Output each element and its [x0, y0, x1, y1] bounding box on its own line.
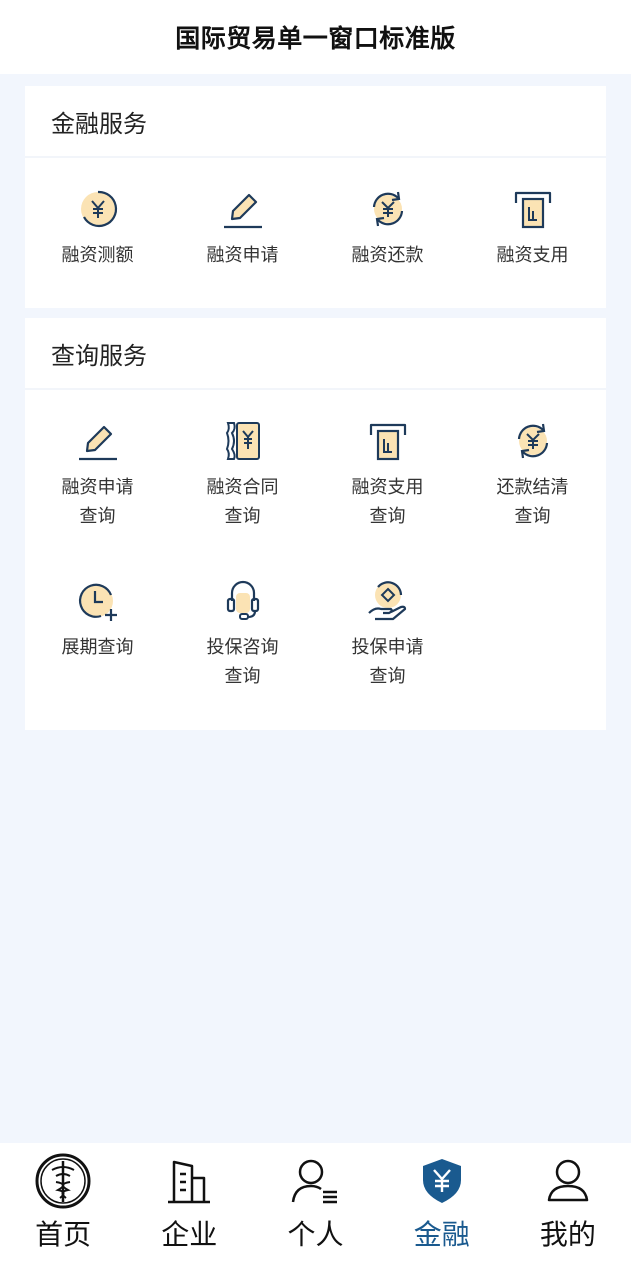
tile-label-line2: 查询	[224, 666, 261, 687]
tab-home[interactable]: 首页	[0, 1143, 126, 1280]
clock-plus-icon	[73, 578, 123, 624]
finance-item-drawdown[interactable]: 融资支用	[460, 186, 605, 270]
bottom-tab-bar: 首页 企业 个人 金融 我的	[0, 1143, 631, 1280]
tab-mine[interactable]: 我的	[505, 1143, 631, 1280]
tile-label: 融资支用	[496, 245, 569, 266]
tile-label-line2: 查询	[514, 506, 551, 527]
contract-yen-icon	[218, 418, 268, 464]
query-item-contract[interactable]: 融资合同 查询	[170, 418, 315, 531]
tile-label: 融资还款	[351, 245, 424, 266]
tab-label: 首页	[35, 1218, 92, 1251]
headset-icon	[218, 578, 268, 624]
pencil-icon	[73, 418, 123, 464]
finance-item-apply[interactable]: 融资申请	[170, 186, 315, 270]
query-services-card: 查询服务 融资申请 查询 融资合同 查询 融资支用 查询 还款结清 查询 展期查…	[25, 318, 606, 730]
tile-label: 融资合同	[206, 477, 279, 498]
yen-cycle-icon	[363, 186, 413, 232]
tile-label-line2: 查询	[224, 506, 261, 527]
tab-personal[interactable]: 个人	[252, 1143, 378, 1280]
finance-section-title: 金融服务	[25, 86, 606, 158]
person-list-icon	[286, 1151, 346, 1211]
tile-label: 还款结清	[496, 477, 569, 498]
customs-emblem-icon	[33, 1151, 93, 1211]
yen-cycle-icon	[508, 418, 558, 464]
pencil-icon	[218, 186, 268, 232]
withdraw-card-icon	[508, 186, 558, 232]
query-item-apply[interactable]: 融资申请 查询	[25, 418, 170, 531]
hand-diamond-icon	[363, 578, 413, 624]
finance-item-repay[interactable]: 融资还款	[315, 186, 460, 270]
page-title: 国际贸易单一窗口标准版	[175, 24, 456, 53]
tile-label: 融资申请	[61, 477, 134, 498]
tile-label-line2: 查询	[369, 506, 406, 527]
tile-label: 融资申请	[206, 245, 279, 266]
tile-label-line2: 查询	[369, 666, 406, 687]
tab-label: 企业	[161, 1218, 218, 1251]
header-bar: 国际贸易单一窗口标准版	[0, 0, 631, 74]
withdraw-card-icon	[363, 418, 413, 464]
tab-finance[interactable]: 金融	[379, 1143, 505, 1280]
tile-label: 投保咨询	[206, 637, 279, 658]
yen-shield-icon	[412, 1151, 472, 1211]
query-item-insurance-apply[interactable]: 投保申请 查询	[315, 578, 460, 691]
tab-label: 金融	[413, 1218, 470, 1251]
finance-services-card: 金融服务 融资测额 融资申请 融资还款 融资支用	[25, 86, 606, 308]
tile-label: 投保申请	[351, 637, 424, 658]
tab-label: 个人	[287, 1218, 344, 1251]
tile-label-line2: 查询	[79, 506, 116, 527]
query-item-insurance-consult[interactable]: 投保咨询 查询	[170, 578, 315, 691]
query-item-extension[interactable]: 展期查询	[25, 578, 170, 662]
user-icon	[538, 1151, 598, 1211]
tab-label: 我的	[539, 1218, 596, 1251]
building-icon	[159, 1151, 219, 1211]
query-item-drawdown[interactable]: 融资支用 查询	[315, 418, 460, 531]
tab-enterprise[interactable]: 企业	[126, 1143, 252, 1280]
query-section-title: 查询服务	[25, 318, 606, 390]
tile-label: 展期查询	[61, 637, 134, 658]
query-item-settle[interactable]: 还款结清 查询	[460, 418, 605, 531]
finance-item-estimate[interactable]: 融资测额	[25, 186, 170, 270]
tile-label: 融资支用	[351, 477, 424, 498]
tile-label: 融资测额	[61, 245, 134, 266]
yen-coin-icon	[73, 186, 123, 232]
